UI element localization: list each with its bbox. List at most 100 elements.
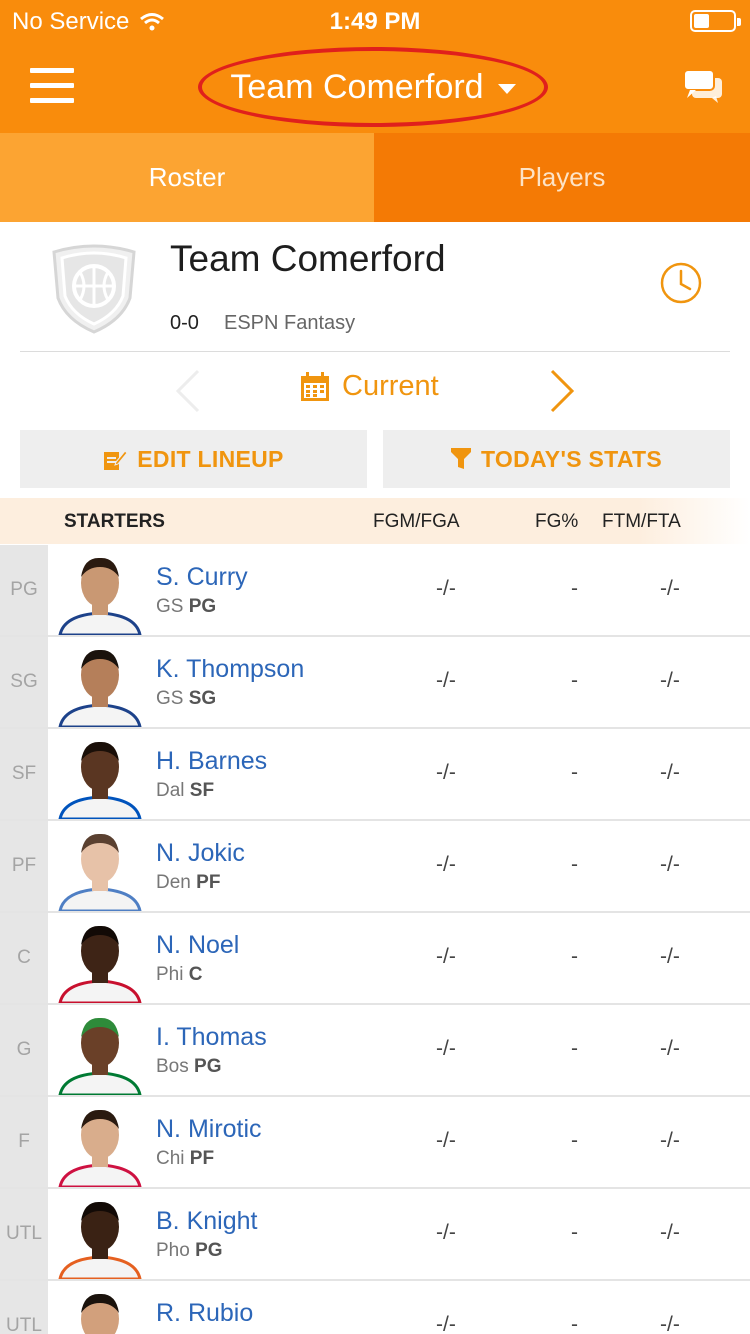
table-row[interactable]: SG K. Thompson GS SG -/- - -/- [0,637,750,729]
stat-fgm-fga: -/- [436,669,456,692]
player-team: Dal [156,780,185,801]
table-row[interactable]: F N. Mirotic Chi PF -/- - -/- [0,1097,750,1189]
action-buttons: EDIT LINEUP TODAY'S STATS [20,430,730,488]
stat-fgm-fga: -/- [436,853,456,876]
player-name-link[interactable]: H. Barnes [156,747,267,776]
clock-icon[interactable] [660,262,702,304]
status-time: 1:49 PM [329,8,421,35]
stat-ftm-fta: -/- [660,945,680,968]
table-row[interactable]: SF H. Barnes Dal SF -/- - -/- [0,729,750,821]
lineup-slot: UTL [0,1189,48,1279]
stat-fg-pct: - [571,669,578,692]
stat-fg-pct: - [571,1313,578,1334]
section-label-starters: STARTERS [64,511,165,532]
player-team-position: Dal SF [156,780,214,802]
league-name: ESPN Fantasy [224,312,356,334]
player-position: PF [196,872,221,893]
table-row[interactable]: PF N. Jokic Den PF -/- - -/- [0,821,750,913]
team-logo-basketball-shield [52,244,136,334]
battery-level [694,14,710,28]
stat-fg-pct: - [571,577,578,600]
player-name-link[interactable]: R. Rubio [156,1299,253,1328]
lineup-slot: F [0,1097,48,1187]
table-header: STARTERS FGM/FGA FG% FTM/FTA [0,498,750,544]
player-position: PG [188,596,217,617]
stat-fgm-fga: -/- [436,761,456,784]
table-row[interactable]: PG S. Curry GS PG -/- - -/- [0,545,750,637]
stat-fgm-fga: -/- [436,1037,456,1060]
player-position: SF [189,780,215,801]
battery-icon [690,10,741,32]
stat-fg-pct: - [571,853,578,876]
stat-ftm-fta: -/- [660,1221,680,1244]
player-name-link[interactable]: N. Mirotic [156,1115,262,1144]
player-headshot [58,1017,142,1095]
player-headshot [58,649,142,727]
period-label: Current [342,370,439,402]
highlight-oval [198,47,548,127]
player-team: Pho [156,1240,190,1261]
player-position: C [188,964,203,985]
stat-ftm-fta: -/- [660,853,680,876]
stat-fg-pct: - [571,1037,578,1060]
player-name-link[interactable]: I. Thomas [156,1023,267,1052]
player-team-position: GS PG [156,596,216,618]
player-team: Chi [156,1148,185,1169]
stat-fg-pct: - [571,945,578,968]
table-row[interactable]: UTL B. Knight Pho PG -/- - -/- [0,1189,750,1281]
player-headshot [58,557,142,635]
player-position: PG [194,1056,222,1077]
table-row[interactable]: UTL R. Rubio -/- - -/- [0,1281,750,1334]
player-team-position: Chi PF [156,1148,214,1170]
stat-fgm-fga: -/- [436,1129,456,1152]
stat-fgm-fga: -/- [436,1313,456,1334]
team-selector-dropdown[interactable]: Team Comerford [198,47,548,127]
column-header-ftm-fta: FTM/FTA [602,511,681,532]
hamburger-menu-icon[interactable] [30,68,74,104]
battery-nub [737,18,741,26]
chevron-right-icon[interactable] [548,368,578,414]
player-position: SG [188,688,217,709]
edit-lineup-label: EDIT LINEUP [137,445,284,472]
player-headshot [58,1201,142,1279]
player-headshot [58,741,142,819]
chat-bubbles-icon[interactable] [682,68,724,104]
player-team-position: Bos PG [156,1056,221,1078]
period-selector[interactable]: Current [300,370,439,403]
table-row[interactable]: G I. Thomas Bos PG -/- - -/- [0,1005,750,1097]
team-record: 0-0 [170,312,199,334]
edit-lineup-button[interactable]: EDIT LINEUP [20,430,367,488]
lineup-slot: SF [0,729,48,819]
player-name-link[interactable]: B. Knight [156,1207,257,1236]
lineup-slot: UTL [0,1281,48,1334]
player-team: Phi [156,964,184,985]
todays-stats-button[interactable]: TODAY'S STATS [383,430,730,488]
player-headshot [58,833,142,911]
stat-ftm-fta: -/- [660,761,680,784]
status-bar: No Service 1:49 PM [0,0,750,40]
player-team: Bos [156,1056,189,1077]
stat-ftm-fta: -/- [660,1129,680,1152]
tab-bar: Roster Players [0,133,750,222]
player-name-link[interactable]: K. Thompson [156,655,304,684]
table-row[interactable]: C N. Noel Phi C -/- - -/- [0,913,750,1005]
lineup-slot: PF [0,821,48,911]
stat-ftm-fta: -/- [660,1313,680,1334]
period-navigator: Current [0,352,750,430]
player-headshot [58,925,142,1003]
player-name-link[interactable]: N. Noel [156,931,239,960]
lineup-slot: PG [0,545,48,635]
player-position: PF [189,1148,215,1169]
player-name-link[interactable]: S. Curry [156,563,248,592]
player-team-position: GS SG [156,688,216,710]
stat-fg-pct: - [571,761,578,784]
tab-roster[interactable]: Roster [0,133,374,222]
top-bar: No Service 1:49 PM Team Comerford [0,0,750,133]
player-team: GS [156,596,184,617]
tab-players[interactable]: Players [374,133,750,222]
roster-list: PG S. Curry GS PG -/- - -/- SG K. Thompson GS SG… [0,545,750,1334]
calendar-icon [301,371,329,401]
stat-fgm-fga: -/- [436,945,456,968]
player-name-link[interactable]: N. Jokic [156,839,245,868]
stat-fgm-fga: -/- [436,1221,456,1244]
